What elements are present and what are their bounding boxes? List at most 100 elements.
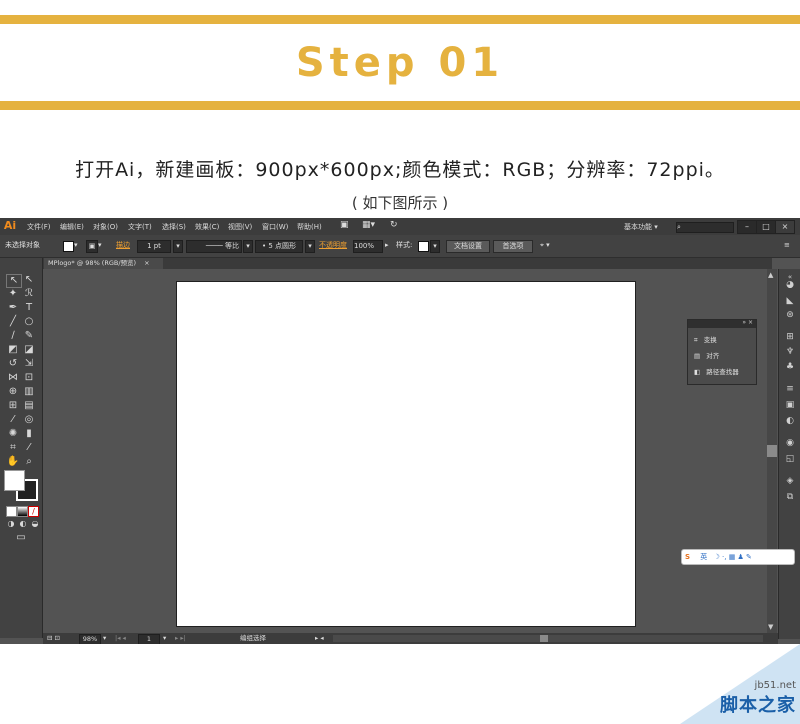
opacity-label[interactable]: 不透明度 bbox=[319, 240, 347, 251]
free-transform-tool-icon[interactable]: ⊡ bbox=[22, 372, 36, 384]
symbols-icon[interactable]: ♣ bbox=[783, 361, 797, 373]
brush-dropdown[interactable]: ▾ bbox=[305, 240, 315, 253]
selection-tool-icon[interactable]: ↖ bbox=[6, 274, 22, 288]
scroll-up-icon[interactable]: ▲ bbox=[768, 271, 773, 279]
magic-wand-tool-icon[interactable]: ✦ bbox=[6, 288, 20, 300]
menu-help[interactable]: 帮助(H) bbox=[297, 222, 322, 232]
brushes-icon[interactable]: ♆ bbox=[783, 346, 797, 358]
menu-window[interactable]: 窗口(W) bbox=[262, 222, 288, 232]
eraser-tool-icon[interactable]: ◪ bbox=[22, 344, 36, 356]
artboard-tool-icon[interactable]: ⌗ bbox=[6, 442, 20, 454]
stroke-width-field[interactable]: 1 pt bbox=[137, 240, 171, 253]
zoom-dropdown-icon[interactable]: ▾ bbox=[103, 634, 106, 643]
type-tool-icon[interactable]: T bbox=[22, 302, 36, 314]
eyedropper-tool-icon[interactable]: ⁄ bbox=[6, 414, 20, 426]
perspective-grid-tool-icon[interactable]: ▥ bbox=[22, 386, 36, 398]
workspace-switcher[interactable]: 基本功能 ▾ bbox=[624, 222, 658, 232]
lasso-tool-icon[interactable]: ℛ bbox=[22, 288, 36, 300]
style-swatch[interactable] bbox=[418, 241, 429, 252]
scroll-down-icon[interactable]: ▼ bbox=[768, 623, 773, 631]
vertical-scrollbar[interactable]: ▲ ▼ bbox=[767, 269, 777, 633]
ellipse-tool-icon[interactable]: ○ bbox=[22, 316, 36, 328]
page-field[interactable]: 1 bbox=[138, 634, 160, 644]
canvas-area[interactable] bbox=[43, 269, 768, 633]
appearance-icon[interactable]: ◉ bbox=[783, 437, 797, 449]
draw-inside-icon[interactable]: ◒ bbox=[28, 518, 42, 530]
opacity-dropdown-icon[interactable]: ▸ bbox=[385, 240, 389, 251]
arrange-documents-icon[interactable]: ▦▾ bbox=[362, 220, 375, 230]
menu-view[interactable]: 视图(V) bbox=[228, 222, 252, 232]
menu-effect[interactable]: 效果(C) bbox=[195, 222, 219, 232]
transparency-icon[interactable]: ◐ bbox=[783, 415, 797, 427]
bridge-icon[interactable]: ▣ bbox=[340, 220, 349, 230]
line-tool-icon[interactable]: ╱ bbox=[6, 316, 20, 328]
vertical-scroll-thumb[interactable] bbox=[767, 445, 777, 457]
graph-tool-icon[interactable]: ▮ bbox=[22, 428, 36, 440]
stroke-panel-icon[interactable]: ≡ bbox=[783, 383, 797, 395]
next-page-icon[interactable]: ▸ ▸| bbox=[175, 634, 186, 643]
sync-icon[interactable]: ↻ bbox=[390, 220, 398, 230]
blob-brush-tool-icon[interactable]: ◩ bbox=[6, 344, 20, 356]
style-dropdown[interactable]: ▾ bbox=[430, 240, 440, 253]
fill-swatch[interactable] bbox=[63, 241, 74, 252]
minimize-button[interactable]: – bbox=[737, 220, 757, 234]
gradient-tool-icon[interactable]: ▤ bbox=[22, 400, 36, 412]
preferences-button[interactable]: 首选项 bbox=[493, 240, 533, 253]
page-dropdown-icon[interactable]: ▾ bbox=[163, 634, 166, 643]
blend-tool-icon[interactable]: ◎ bbox=[22, 414, 36, 426]
menu-type[interactable]: 文字(T) bbox=[128, 222, 152, 232]
ime-tools-icon[interactable]: ☽ ·, ▦ ♟ ✎ bbox=[714, 553, 752, 561]
panel-item-pathfinder[interactable]: ◧ 路径查找器 bbox=[694, 366, 739, 378]
layers-icon[interactable]: ◈ bbox=[783, 475, 797, 487]
fill-dropdown-icon[interactable]: ▾ bbox=[74, 240, 78, 251]
close-button[interactable]: × bbox=[775, 220, 795, 234]
menu-file[interactable]: 文件(F) bbox=[27, 222, 51, 232]
slice-tool-icon[interactable]: ⁄ bbox=[22, 442, 36, 454]
profile-dropdown[interactable]: ▾ bbox=[243, 240, 253, 253]
width-tool-icon[interactable]: ⋈ bbox=[6, 372, 20, 384]
maximize-button[interactable]: □ bbox=[756, 220, 776, 234]
gradient-mode-icon[interactable] bbox=[17, 506, 28, 517]
artboard[interactable] bbox=[176, 281, 636, 627]
menu-select[interactable]: 选择(S) bbox=[162, 222, 186, 232]
shape-builder-tool-icon[interactable]: ⊕ bbox=[6, 386, 20, 398]
status-nav-icon[interactable]: ⊟ ⊡ bbox=[47, 634, 60, 643]
direct-selection-tool-icon[interactable]: ↖ bbox=[22, 274, 36, 286]
panel-menu-icon[interactable]: ≡ bbox=[784, 240, 790, 251]
tab-close-icon[interactable]: × bbox=[144, 259, 149, 267]
pencil-tool-icon[interactable]: ✎ bbox=[22, 330, 36, 342]
zoom-field[interactable]: 98% bbox=[79, 634, 101, 644]
status-menu-icon[interactable]: ▸ ◂ bbox=[315, 634, 324, 643]
scale-tool-icon[interactable]: ⇲ bbox=[22, 358, 36, 370]
rotate-tool-icon[interactable]: ↺ bbox=[6, 358, 20, 370]
panel-item-align[interactable]: ▤ 对齐 bbox=[694, 350, 719, 362]
search-input[interactable]: ⌕ bbox=[676, 222, 734, 233]
menu-edit[interactable]: 编辑(E) bbox=[60, 222, 84, 232]
brush-definition[interactable]: • 5 点圆形 bbox=[255, 240, 303, 253]
paintbrush-tool-icon[interactable]: ∕ bbox=[6, 330, 20, 342]
arrange-icon[interactable]: ⌖ ▾ bbox=[540, 240, 550, 251]
document-tab[interactable]: MPlogo* @ 98% (RGB/预览) × bbox=[44, 258, 163, 269]
graphic-styles-icon[interactable]: ◱ bbox=[783, 453, 797, 465]
artboards-icon[interactable]: ⧉ bbox=[783, 491, 797, 503]
gradient-panel-icon[interactable]: ▣ bbox=[783, 399, 797, 411]
panel-collapse-icon[interactable]: » × bbox=[742, 319, 753, 326]
horizontal-scrollbar[interactable] bbox=[333, 635, 763, 642]
panel-item-transform[interactable]: ⌗ 变换 bbox=[694, 334, 717, 346]
swatches-icon[interactable]: ⊞ bbox=[783, 331, 797, 343]
image-trace-icon[interactable]: ⊛ bbox=[783, 309, 797, 321]
none-mode-icon[interactable]: / bbox=[28, 506, 39, 517]
mesh-tool-icon[interactable]: ⊞ bbox=[6, 400, 20, 412]
variable-width-profile[interactable]: ──── 等比 bbox=[186, 240, 242, 253]
stroke-width-dropdown[interactable]: ▾ bbox=[173, 240, 183, 253]
menu-object[interactable]: 对象(O) bbox=[93, 222, 118, 232]
horizontal-scroll-thumb[interactable] bbox=[540, 635, 548, 642]
first-page-icon[interactable]: |◂ ◂ bbox=[115, 634, 126, 643]
color-panel-icon[interactable]: ◕ bbox=[783, 279, 797, 291]
ime-toolbar[interactable]: S 英 ☽ ·, ▦ ♟ ✎ bbox=[681, 549, 795, 565]
stroke-label[interactable]: 描边 bbox=[116, 240, 130, 251]
ime-language-label[interactable]: 英 bbox=[700, 553, 707, 561]
color-mode-icon[interactable] bbox=[6, 506, 17, 517]
panel-header[interactable]: » × bbox=[688, 319, 756, 328]
document-setup-button[interactable]: 文档设置 bbox=[446, 240, 490, 253]
